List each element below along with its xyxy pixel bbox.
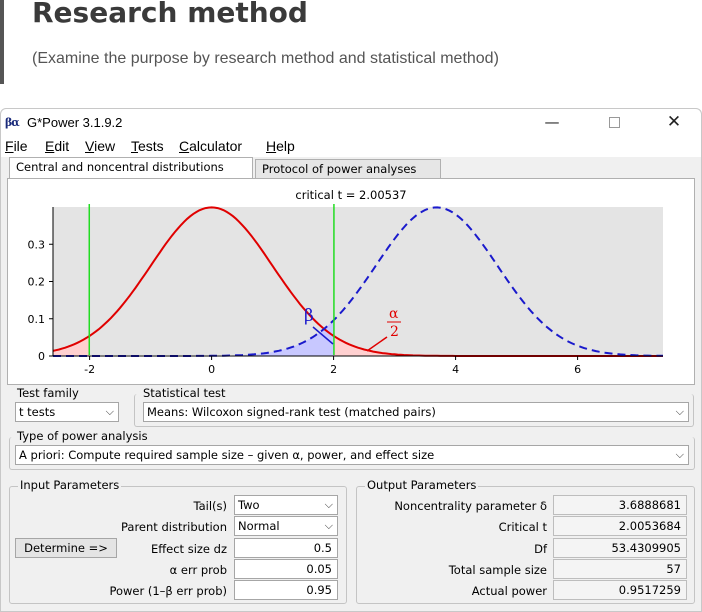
gpower-window: βα G*Power 3.1.9.2 — ✕ File Edit View Te… [0, 108, 702, 612]
y-tick-label: 0.1 [28, 313, 46, 326]
power-analysis-value: A priori: Compute required sample size –… [19, 448, 435, 462]
df-value: 53.4309905 [553, 538, 687, 558]
x-tick-label: 2 [330, 363, 337, 376]
chevron-down-icon: ⌵ [675, 405, 684, 418]
alpha-err-label: α err prob [169, 563, 227, 577]
y-tick-label: 0.2 [28, 276, 46, 289]
alpha-err-input[interactable]: 0.05 [234, 559, 338, 579]
y-ticks: 0.3 0.2 0.1 0 [28, 238, 53, 363]
beta-label: β [304, 306, 314, 326]
chevron-down-icon: ⌵ [105, 405, 114, 418]
df-label: Df [534, 542, 547, 556]
critical-t-output-label: Critical t [498, 520, 547, 534]
parent-distribution-value: Normal [238, 519, 280, 533]
actual-power-label: Actual power [471, 584, 547, 598]
input-parameters-title: Input Parameters [18, 478, 122, 492]
tails-label: Tail(s) [193, 499, 227, 513]
alpha-numerator: α [389, 306, 399, 322]
power-analysis-select[interactable]: A priori: Compute required sample size –… [15, 445, 689, 465]
chevron-down-icon: ⌵ [324, 519, 333, 532]
effect-size-input[interactable]: 0.5 [234, 538, 338, 558]
critical-t-value: 2.0053684 [553, 516, 687, 536]
power-input[interactable]: 0.95 [234, 580, 338, 600]
statistical-test-select[interactable]: Means: Wilcoxon signed-rank test (matche… [143, 402, 689, 422]
test-family-value: t tests [19, 405, 56, 419]
tails-select[interactable]: Two ⌵ [234, 495, 338, 515]
total-sample-size-label: Total sample size [448, 563, 547, 577]
parent-distribution-label: Parent distribution [120, 520, 227, 534]
actual-power-value: 0.9517259 [553, 580, 687, 600]
chevron-down-icon: ⌵ [324, 498, 333, 511]
alpha-denominator: 2 [390, 324, 399, 340]
slide-title: Research method [32, 0, 308, 29]
distribution-plot: 0.3 0.2 0.1 0 -2 0 2 4 6 β α 2 [28, 204, 663, 376]
power-label: Power (1–β err prob) [109, 584, 227, 598]
test-family-select[interactable]: t tests ⌵ [15, 402, 119, 422]
x-ticks: -2 0 2 4 6 [84, 356, 581, 376]
slide-subtitle: (Examine the purpose by research method … [32, 50, 499, 67]
chevron-down-icon: ⌵ [675, 448, 684, 461]
accent-bar [0, 0, 4, 84]
parent-distribution-select[interactable]: Normal ⌵ [234, 516, 338, 536]
x-tick-label: -2 [84, 363, 95, 376]
x-tick-label: 6 [574, 363, 581, 376]
output-parameters-title: Output Parameters [365, 478, 479, 492]
determine-button[interactable]: Determine => [15, 538, 117, 558]
total-sample-size-value: 57 [553, 559, 687, 579]
ncp-value: 3.6888681 [553, 495, 687, 515]
plot-area [53, 207, 663, 355]
test-family-label: Test family [17, 386, 79, 400]
ncp-label: Noncentrality parameter δ [394, 499, 547, 513]
tails-value: Two [238, 498, 260, 512]
statistical-test-label: Statistical test [143, 386, 226, 400]
power-analysis-label: Type of power analysis [17, 429, 148, 443]
statistical-test-value: Means: Wilcoxon signed-rank test (matche… [147, 405, 436, 419]
effect-size-label: Effect size dz [150, 542, 227, 556]
y-tick-label: 0.3 [28, 238, 46, 251]
y-tick-label: 0 [38, 350, 45, 363]
x-tick-label: 4 [452, 363, 459, 376]
x-tick-label: 0 [208, 363, 215, 376]
